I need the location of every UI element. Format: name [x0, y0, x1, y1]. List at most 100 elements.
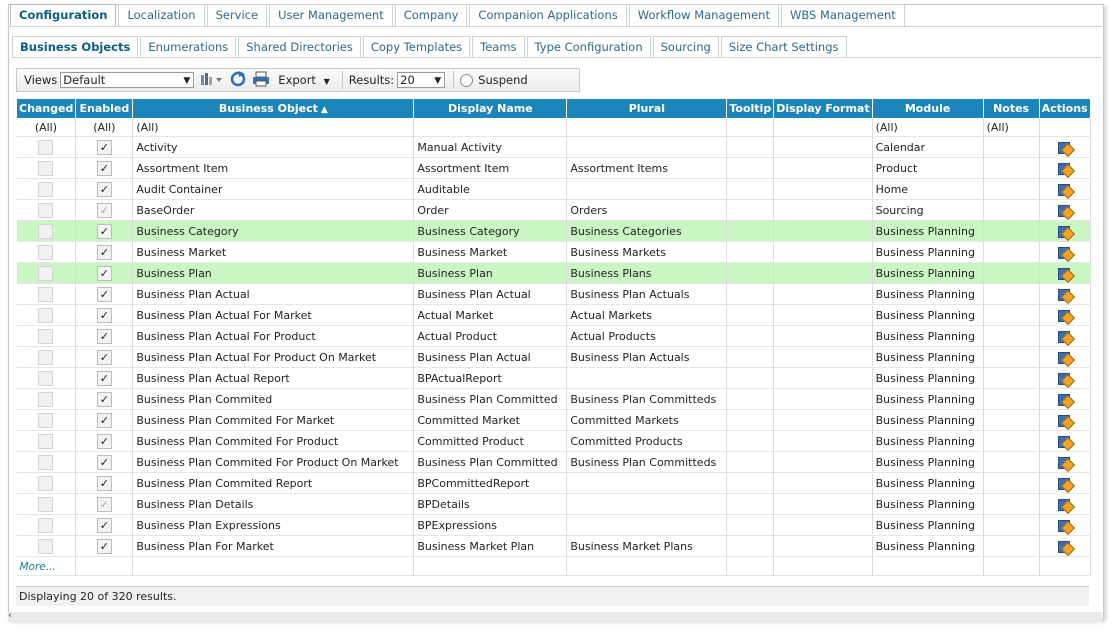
- business-object-link[interactable]: Business Plan: [132, 262, 415, 284]
- business-object-link[interactable]: Business Plan Commited For Product On Ma…: [132, 451, 415, 473]
- changed-checkbox[interactable]: [38, 538, 54, 554]
- tab-service[interactable]: Service: [206, 4, 268, 26]
- table-row[interactable]: ✓ Business Plan Business Plan Business Plan…: [16, 262, 1091, 284]
- enabled-checkbox[interactable]: ✓: [96, 496, 112, 512]
- tab-enumerations[interactable]: Enumerations: [140, 36, 237, 57]
- table-row[interactable]: ✓ Business Plan Actual Business Plan Actua…: [16, 283, 1091, 305]
- enabled-checkbox[interactable]: ✓: [96, 370, 112, 386]
- filter-notes[interactable]: (All): [983, 118, 1040, 137]
- enabled-checkbox[interactable]: ✓: [96, 328, 112, 344]
- enabled-checkbox[interactable]: ✓: [96, 160, 112, 176]
- changed-checkbox[interactable]: [38, 181, 54, 197]
- tab-companion-applications[interactable]: Companion Applications: [469, 4, 627, 26]
- changed-checkbox[interactable]: [38, 454, 54, 470]
- business-object-link[interactable]: Business Plan Expressions: [132, 514, 415, 536]
- table-row[interactable]: ✓ Business Plan Actual Report BPActualRepo…: [16, 367, 1091, 389]
- tab-shared-directories[interactable]: Shared Directories: [238, 36, 361, 57]
- filter-enabled[interactable]: (All): [75, 118, 134, 137]
- changed-checkbox[interactable]: [38, 160, 54, 176]
- tab-workflow-management[interactable]: Workflow Management: [628, 4, 779, 26]
- enabled-checkbox[interactable]: ✓: [96, 538, 112, 554]
- edit-object-icon[interactable]: [1057, 245, 1075, 262]
- edit-object-icon[interactable]: [1057, 224, 1075, 241]
- edit-object-icon[interactable]: [1057, 392, 1075, 409]
- column-header-enabled[interactable]: Enabled: [75, 98, 134, 118]
- column-header-changed[interactable]: Changed: [15, 98, 77, 118]
- business-object-link[interactable]: Business Plan Actual For Product: [132, 325, 415, 347]
- table-row[interactable]: ✓ Business Plan Commited Business Plan Com…: [16, 388, 1091, 410]
- changed-checkbox[interactable]: [38, 286, 54, 302]
- table-row[interactable]: ✓ Activity Manual Activity Calendar: [16, 136, 1091, 158]
- business-object-link[interactable]: Business Plan For Market: [132, 535, 415, 557]
- edit-object-icon[interactable]: [1057, 182, 1075, 199]
- tab-sourcing[interactable]: Sourcing: [652, 36, 719, 57]
- edit-object-icon[interactable]: [1057, 539, 1075, 556]
- filter-changed[interactable]: (All): [16, 118, 77, 137]
- business-object-link[interactable]: BaseOrder: [132, 199, 415, 221]
- changed-checkbox[interactable]: [38, 223, 54, 239]
- enabled-checkbox[interactable]: ✓: [96, 181, 112, 197]
- results-select[interactable]: 20 ▼: [397, 72, 446, 88]
- changed-checkbox[interactable]: [38, 328, 54, 344]
- business-object-link[interactable]: Business Plan Actual: [132, 283, 415, 305]
- tab-localization[interactable]: Localization: [118, 4, 205, 26]
- enabled-checkbox[interactable]: ✓: [96, 433, 112, 449]
- changed-checkbox[interactable]: [38, 349, 54, 365]
- changed-checkbox[interactable]: [38, 370, 54, 386]
- enabled-checkbox[interactable]: ✓: [96, 454, 112, 470]
- enabled-checkbox[interactable]: ✓: [96, 391, 112, 407]
- changed-checkbox[interactable]: [38, 307, 54, 323]
- table-row[interactable]: ✓ Business Plan Details BPDetails Business …: [16, 493, 1091, 515]
- table-row[interactable]: ✓ Business Plan Actual For Product Actual …: [16, 325, 1091, 347]
- export-button[interactable]: Export ▼: [278, 73, 329, 87]
- tab-type-configuration[interactable]: Type Configuration: [526, 36, 651, 57]
- column-header-tooltip[interactable]: Tooltip: [726, 98, 775, 118]
- table-row[interactable]: ✓ Business Plan Actual For Market Actual M…: [16, 304, 1091, 326]
- changed-checkbox[interactable]: [38, 391, 54, 407]
- business-object-link[interactable]: Activity: [132, 136, 415, 158]
- edit-object-icon[interactable]: [1057, 140, 1075, 157]
- table-row[interactable]: ✓ Assortment Item Assortment Item Assortmen…: [16, 157, 1091, 179]
- tab-copy-templates[interactable]: Copy Templates: [362, 36, 471, 57]
- table-row[interactable]: ✓ Business Plan Expressions BPExpressions B…: [16, 514, 1091, 536]
- business-object-link[interactable]: Business Plan Actual Report: [132, 367, 415, 389]
- column-header-display-format[interactable]: Display Format: [773, 98, 873, 118]
- filter-tooltip[interactable]: [726, 118, 775, 137]
- more-link[interactable]: More...: [20, 561, 56, 573]
- enabled-checkbox[interactable]: ✓: [96, 286, 112, 302]
- tab-business-objects[interactable]: Business Objects: [12, 36, 139, 57]
- business-object-link[interactable]: Business Plan Actual For Product On Mark…: [132, 346, 415, 368]
- business-object-link[interactable]: Audit Container: [132, 178, 415, 200]
- views-select[interactable]: Default ▼: [60, 72, 195, 88]
- tab-wbs-management[interactable]: WBS Management: [780, 4, 905, 26]
- column-header-plural[interactable]: Plural: [566, 98, 728, 118]
- printer-icon[interactable]: [252, 71, 270, 90]
- changed-checkbox[interactable]: [38, 202, 54, 218]
- tab-size-chart-settings[interactable]: Size Chart Settings: [720, 36, 847, 57]
- business-object-link[interactable]: Business Plan Commited For Market: [132, 409, 415, 431]
- enabled-checkbox[interactable]: ✓: [96, 244, 112, 260]
- changed-checkbox[interactable]: [38, 244, 54, 260]
- enabled-checkbox[interactable]: ✓: [96, 517, 112, 533]
- column-header-module[interactable]: Module: [871, 98, 984, 118]
- business-object-link[interactable]: Business Market: [132, 241, 415, 263]
- enabled-checkbox[interactable]: ✓: [96, 412, 112, 428]
- edit-object-icon[interactable]: [1057, 413, 1075, 430]
- edit-object-icon[interactable]: [1057, 434, 1075, 451]
- changed-checkbox[interactable]: [38, 517, 54, 533]
- changed-checkbox[interactable]: [38, 412, 54, 428]
- enabled-checkbox[interactable]: ✓: [96, 223, 112, 239]
- edit-object-icon[interactable]: [1057, 371, 1075, 388]
- edit-object-icon[interactable]: [1057, 287, 1075, 304]
- edit-object-icon[interactable]: [1057, 161, 1075, 178]
- enabled-checkbox[interactable]: ✓: [96, 265, 112, 281]
- column-header-business-object[interactable]: Business Object ▲: [132, 98, 415, 118]
- table-row[interactable]: ✓ Business Plan Actual For Product On Mar…: [16, 346, 1091, 368]
- table-row[interactable]: ✓ Business Plan Commited For Product Commi…: [16, 430, 1091, 452]
- edit-object-icon[interactable]: [1057, 455, 1075, 472]
- table-row[interactable]: ✓ Audit Container Auditable Home: [16, 178, 1091, 200]
- tab-teams[interactable]: Teams: [472, 36, 525, 57]
- table-row[interactable]: ✓ Business Category Business Category Busin…: [16, 220, 1091, 242]
- business-object-link[interactable]: Business Plan Commited: [132, 388, 415, 410]
- business-object-link[interactable]: Business Plan Commited Report: [132, 472, 415, 494]
